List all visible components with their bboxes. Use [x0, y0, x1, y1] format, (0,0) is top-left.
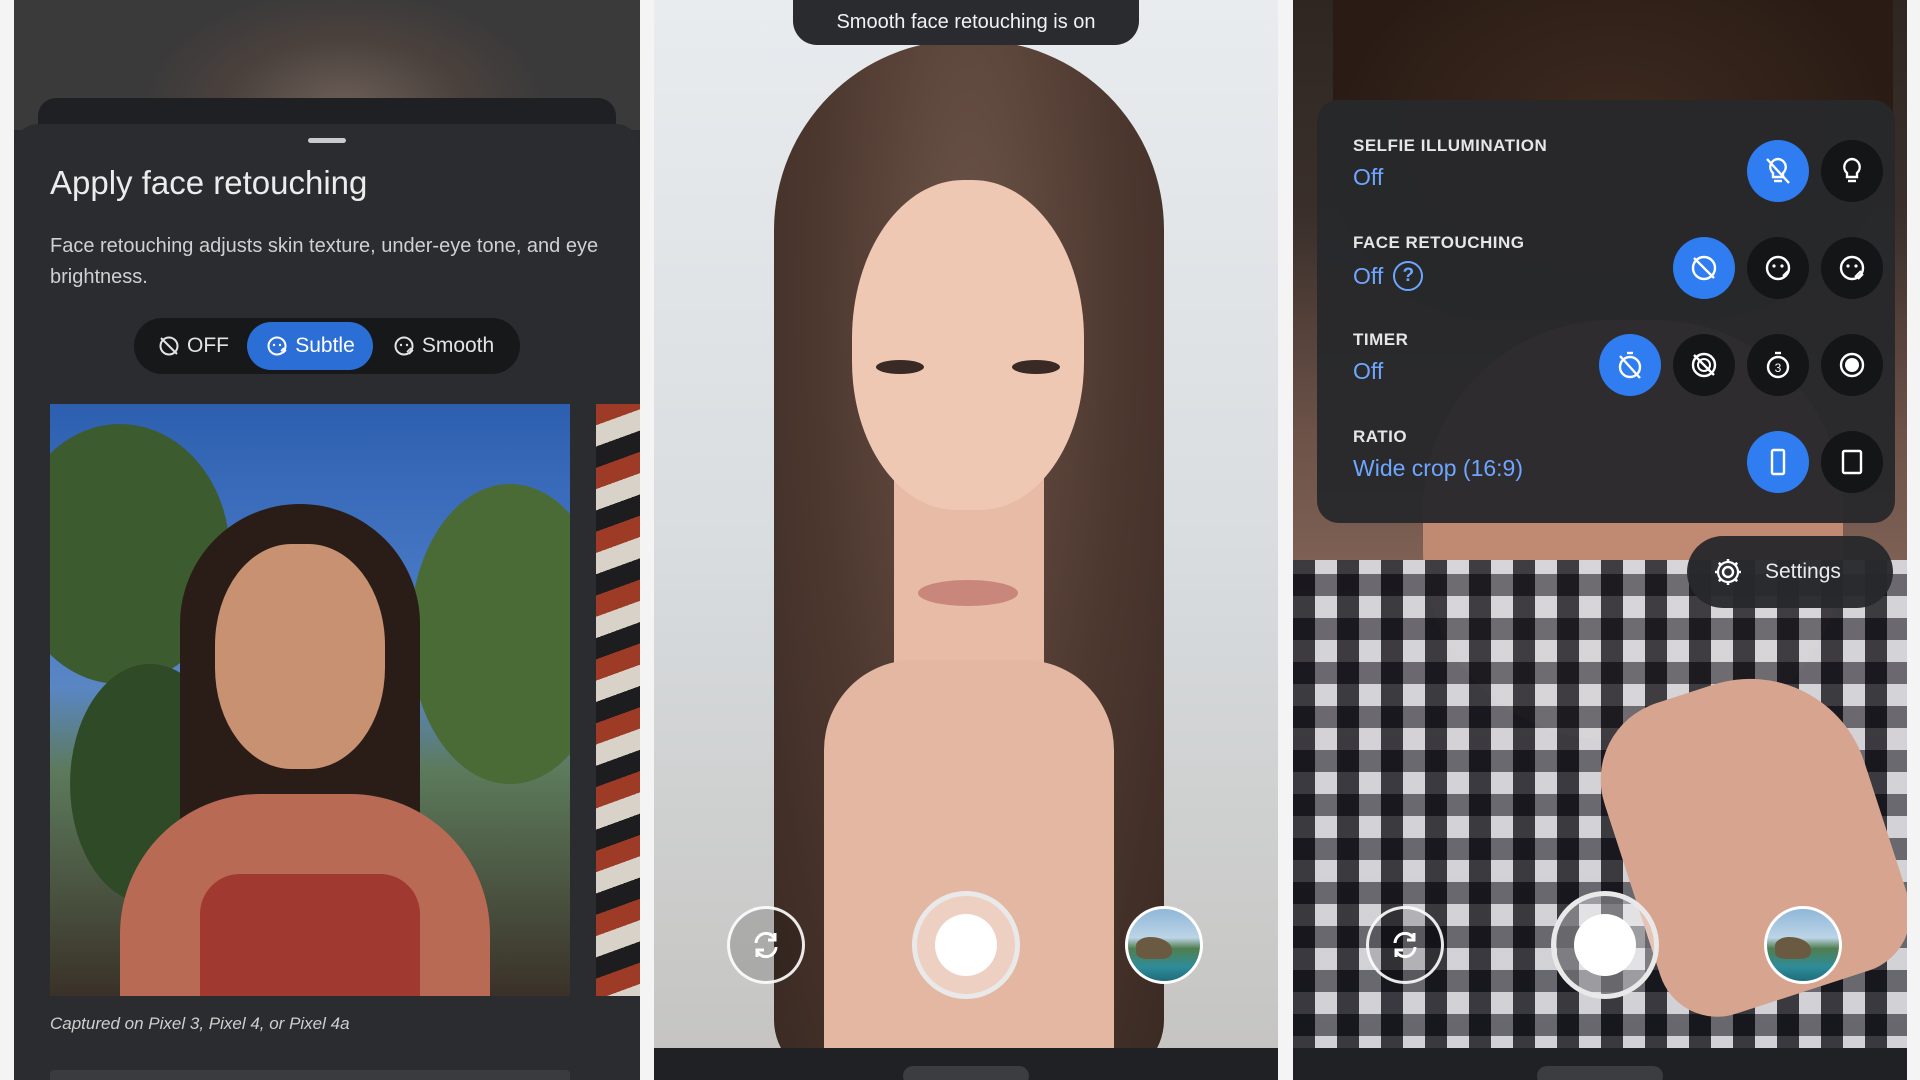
switch-camera-icon	[1393, 931, 1417, 959]
retouch-subtle-icon	[1765, 255, 1791, 281]
face-retouch-smooth-icon	[394, 336, 414, 356]
setting-label: SELFIE ILLUMINATION	[1353, 136, 1548, 155]
retouch-subtle-button[interactable]	[1747, 237, 1809, 299]
retouch-smooth-label: Smooth	[421, 334, 495, 357]
next-example-photo[interactable]	[596, 404, 640, 996]
retouch-subtle-option[interactable]: Subtle	[247, 322, 373, 370]
ratio-wide-button[interactable]	[1747, 431, 1809, 493]
setting-label: TIMER	[1353, 330, 1409, 349]
photo-caption: Captured on Pixel 3, Pixel 4, or Pixel 4…	[50, 1014, 350, 1033]
subject-eye-right	[1012, 360, 1060, 374]
retouch-off-icon	[1691, 255, 1717, 281]
illumination-on-icon	[1843, 157, 1861, 183]
gallery-thumbnail[interactable]	[1125, 906, 1203, 984]
nav-handle[interactable]	[1537, 1066, 1663, 1080]
setting-value-text: Wide crop (16:9)	[1353, 455, 1524, 481]
timer-off-button[interactable]	[1599, 334, 1661, 396]
nav-bar	[654, 1048, 1278, 1080]
retouch-mode-selector: OFF Subtle Smooth	[134, 318, 520, 374]
retouch-off-option[interactable]: OFF	[139, 322, 247, 370]
retouch-off-button[interactable]	[1673, 237, 1735, 299]
nav-handle[interactable]	[903, 1066, 1029, 1080]
subject-lips	[918, 580, 1018, 606]
ratio-16-9-icon	[1770, 448, 1786, 476]
timer-3s-icon: 3	[1766, 351, 1790, 379]
setting-timer: TIMER Off 3	[1353, 330, 1883, 410]
face-retouch-subtle-icon	[267, 336, 287, 356]
settings-button[interactable]: Settings	[1687, 536, 1893, 608]
setting-value: Off	[1353, 164, 1383, 191]
shutter-inner	[935, 914, 997, 976]
sheet-description: Face retouching adjusts skin texture, un…	[50, 235, 599, 288]
subject-chest	[824, 660, 1114, 1080]
retouch-smooth-option[interactable]: Smooth	[373, 322, 513, 370]
drag-handle[interactable]	[308, 138, 346, 143]
quick-settings-card: SELFIE ILLUMINATION Off FACE RETOUCHING	[1317, 100, 1895, 523]
setting-value: Off	[1353, 358, 1383, 385]
setting-selfie-illumination: SELFIE ILLUMINATION Off	[1353, 136, 1883, 216]
setting-face-retouching: FACE RETOUCHING Off ?	[1353, 233, 1883, 313]
subject-face	[852, 180, 1084, 510]
settings-label: Settings	[1765, 560, 1841, 583]
timer-off-alt-button[interactable]	[1673, 334, 1735, 396]
timer-3s-button[interactable]: 3	[1747, 334, 1809, 396]
sheet-title: Apply face retouching	[50, 164, 368, 201]
gear-icon	[1715, 559, 1741, 585]
help-icon[interactable]: ?	[1393, 261, 1424, 291]
timer-off-icon	[1618, 351, 1642, 379]
setting-label: FACE RETOUCHING	[1353, 233, 1525, 252]
subject-eye-left	[876, 360, 924, 374]
ratio-4-3-icon	[1841, 449, 1863, 475]
shutter-button[interactable]	[912, 891, 1020, 999]
timer-10s-icon	[1839, 352, 1865, 378]
retouch-subtle-label: Subtle	[295, 334, 355, 357]
setting-value: Wide crop (16:9)	[1353, 455, 1523, 482]
timer-10s-button[interactable]	[1821, 334, 1883, 396]
illumination-off-button[interactable]	[1747, 140, 1809, 202]
gallery-thumbnail[interactable]	[1764, 906, 1842, 984]
timer-3s-off-icon	[1691, 352, 1717, 378]
face-retouch-off-icon	[159, 336, 179, 356]
retouch-off-label: OFF	[187, 334, 229, 357]
illumination-on-button[interactable]	[1821, 140, 1883, 202]
ratio-full-button[interactable]	[1821, 431, 1883, 493]
setting-label: RATIO	[1353, 427, 1408, 446]
setting-value: Off ?	[1353, 261, 1424, 291]
switch-camera-button[interactable]	[727, 906, 805, 984]
shutter-inner	[1574, 914, 1636, 976]
face-retouching-info-panel: Apply face retouching Face retouching ad…	[14, 0, 640, 1080]
setting-value-text: Off	[1353, 262, 1384, 289]
switch-camera-button[interactable]	[1366, 906, 1444, 984]
nav-bar	[1293, 1048, 1907, 1080]
setting-ratio: RATIO Wide crop (16:9)	[1353, 427, 1883, 507]
retouch-smooth-icon	[1839, 255, 1865, 281]
camera-quick-settings: SELFIE ILLUMINATION Off FACE RETOUCHING	[1293, 0, 1907, 1080]
retouch-status-toast: Smooth face retouching is on	[793, 0, 1139, 45]
shutter-button[interactable]	[1551, 891, 1659, 999]
retouch-smooth-button[interactable]	[1821, 237, 1883, 299]
svg-text:3: 3	[1775, 361, 1782, 375]
setting-value-text: Off	[1353, 358, 1384, 384]
switch-camera-icon	[754, 931, 778, 959]
sheet-bottom-bar	[50, 1070, 570, 1080]
example-retouch-photo	[50, 404, 570, 996]
illumination-off-icon	[1766, 157, 1790, 184]
setting-value-text: Off	[1353, 164, 1384, 190]
camera-viewfinder-smooth: Smooth face retouching is on	[654, 0, 1278, 1080]
bottom-sheet: Apply face retouching Face retouching ad…	[14, 124, 640, 1080]
